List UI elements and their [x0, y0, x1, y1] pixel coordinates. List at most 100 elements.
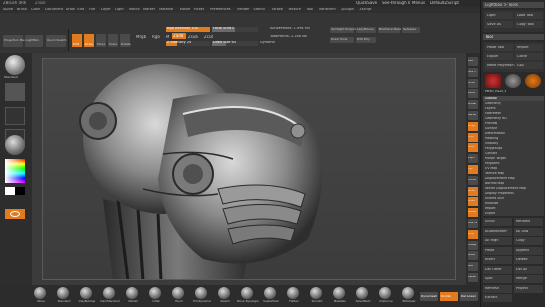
subtool-paste-button[interactable]: Paste — [483, 246, 512, 255]
right-shelf-ghost[interactable]: Ghost — [468, 251, 478, 261]
rgb-intensity-slider[interactable]: Rgb Intensity 100 — [166, 27, 210, 32]
subtool-del-all-button[interactable]: Del All — [514, 265, 543, 274]
subtool-del-other-button[interactable]: Del Other — [483, 265, 512, 274]
subtool-extract-button[interactable]: Extract — [483, 294, 512, 302]
menu-item-marker[interactable]: Marker — [143, 8, 155, 12]
right-shelf-floor[interactable]: Floor — [468, 132, 478, 142]
subtool-section-initialize[interactable]: Initialize — [483, 201, 544, 206]
dots-stroke-icon[interactable] — [5, 83, 25, 101]
menu-item-document[interactable]: Document — [45, 8, 63, 12]
right-shelf-zoom[interactable]: Zoom — [468, 89, 478, 99]
default-script-button[interactable]: DefaultZScript — [430, 1, 459, 5]
right-shelf-scroll[interactable]: Scroll — [468, 78, 478, 88]
dynamesh-button[interactable]: Dynamesh — [420, 292, 438, 301]
subtool-autoreorder-button[interactable]: AutoReorder — [483, 227, 512, 236]
subtool-section-fibermesh[interactable]: FiberMesh — [483, 111, 544, 116]
menu-item-zplugin[interactable]: Zplugin — [341, 8, 354, 12]
subtool-rename-button[interactable]: Rename — [514, 218, 543, 226]
main-color-swatch[interactable] — [5, 187, 15, 195]
right-shelf-scale[interactable]: Scale — [468, 197, 478, 207]
document-canvas[interactable] — [42, 58, 456, 280]
alpha-off-icon[interactable] — [5, 107, 25, 125]
color-picker[interactable] — [5, 159, 25, 183]
right-shelf-xyz[interactable]: Xyz — [468, 165, 478, 174]
brush-move-icon[interactable] — [34, 287, 46, 299]
divide-button[interactable]: Divide — [440, 292, 458, 301]
lazy-mouse-button[interactable]: LazyMouse — [356, 27, 376, 33]
subtool-section-preview[interactable]: Preview — [483, 121, 544, 126]
brush-maskpen-icon[interactable] — [333, 287, 345, 299]
subtool-section-contact[interactable]: Contact — [483, 151, 544, 156]
spotlight-projection-button[interactable]: Spotlight Projection — [330, 27, 360, 33]
sel-lasso-button[interactable]: SelLasso — [402, 27, 420, 33]
menu-item-stencil[interactable]: Stencil — [253, 8, 265, 12]
subtool-section-texture-map[interactable]: Texture Map — [483, 171, 544, 176]
brush-flatten-icon[interactable] — [287, 287, 299, 299]
mrgb-button[interactable]: Mrgb — [136, 35, 146, 39]
subtool-section-masking[interactable]: Masking — [483, 136, 544, 141]
quicksave-button[interactable]: QuickSave — [356, 1, 377, 5]
subtool-section-surface[interactable]: Surface — [483, 126, 544, 131]
rgb-button[interactable]: Rgb — [152, 35, 160, 39]
tool-goz-button[interactable]: GoZ — [515, 62, 543, 69]
star-tool-thumbnail[interactable] — [525, 74, 541, 88]
menu-item-transform[interactable]: Transform — [318, 8, 335, 12]
brush-damstandard-icon[interactable] — [103, 287, 115, 299]
zadd-button[interactable]: Zadd — [172, 33, 186, 39]
z-intensity-slider[interactable]: Z Intensity 25 — [166, 41, 210, 46]
subtool-section-visibility[interactable]: Visibility — [483, 141, 544, 146]
subtool-insert-button[interactable]: Insert — [483, 256, 512, 264]
move-button[interactable]: Move — [96, 34, 106, 47]
edit-poly-button[interactable]: Edit Poly — [356, 37, 376, 43]
subtool-split-button[interactable]: Split — [483, 275, 512, 283]
brush-zmodeler-icon[interactable] — [402, 287, 414, 299]
gradient-toggle[interactable] — [5, 209, 25, 219]
menu-item-picker[interactable]: Picker — [194, 8, 204, 12]
lightbox-button[interactable]: LightBox — [25, 35, 43, 47]
right-shelf-transp[interactable]: Transp — [468, 240, 478, 250]
right-shelf-solo[interactable]: Solo — [468, 262, 478, 272]
subtool-section-polypaint[interactable]: Polypaint — [483, 161, 544, 166]
subtool-remesh-button[interactable]: Remesh — [483, 284, 512, 293]
tool-import-button[interactable]: Import — [515, 44, 543, 51]
edit-button[interactable]: Edit — [72, 34, 82, 47]
brush-move-topological-icon[interactable] — [241, 287, 253, 299]
menu-item-texture[interactable]: Texture — [288, 8, 301, 12]
right-shelf-lsym[interactable]: LSym — [468, 154, 478, 164]
subtool-copy-button[interactable]: Copy — [514, 237, 543, 245]
menu-item-light[interactable]: Light — [115, 8, 124, 12]
dynamic-toggle[interactable]: Dynamic — [260, 41, 275, 45]
rotate-button[interactable]: Rotate — [120, 34, 131, 47]
subtool-all-high-button[interactable]: All High — [483, 237, 512, 245]
right-shelf-frame[interactable]: Frame — [468, 175, 478, 185]
draw-size-slider[interactable]: Draw Size 64 — [212, 41, 258, 46]
brush-standard-icon[interactable] — [57, 287, 69, 299]
right-shelf-bpr[interactable]: BPR — [468, 57, 478, 66]
zcut-button[interactable]: Zcut — [204, 35, 213, 39]
right-shelf-actual[interactable]: Actual — [468, 100, 478, 110]
right-shelf-move[interactable]: Move — [468, 186, 478, 196]
tool-palette-header[interactable]: Tool — [483, 34, 544, 40]
right-shelf-polyf[interactable]: PolyF — [468, 229, 478, 239]
brush-clipcurve-icon[interactable] — [379, 287, 391, 299]
focal-shift-slider[interactable]: Focal Shift 0 — [212, 27, 258, 32]
quick-sketch-button[interactable]: Quick Sketch — [46, 35, 67, 47]
tray-save-as-button[interactable]: Save As — [485, 21, 513, 28]
del-lower-button[interactable]: Del Lower — [460, 292, 478, 301]
subtool-section-export[interactable]: Export — [483, 211, 544, 216]
subtool-project-button[interactable]: Project — [514, 284, 543, 293]
menu-item-layer[interactable]: Layer — [101, 8, 111, 12]
right-shelf-persp[interactable]: Persp — [468, 121, 478, 131]
menu-item-stroke[interactable]: Stroke — [272, 8, 283, 12]
draw-button[interactable]: Draw — [84, 34, 94, 47]
tool-paste-tool-button[interactable]: Paste Tool — [485, 44, 513, 51]
scale-button[interactable]: Scale — [108, 34, 118, 47]
brush-smooth-icon[interactable] — [310, 287, 322, 299]
brush-trimdynamic-icon[interactable] — [195, 287, 207, 299]
right-shelf-aahalf[interactable]: AAHalf — [468, 111, 478, 120]
subtool-section-normal-map[interactable]: Normal Map — [483, 181, 544, 186]
brush-selectrect-icon[interactable] — [356, 287, 368, 299]
subtool-section-unified-skin[interactable]: Unified Skin — [483, 196, 544, 201]
subtool-section-import[interactable]: Import — [483, 206, 544, 211]
menu-item-edit[interactable]: Edit — [77, 8, 84, 12]
